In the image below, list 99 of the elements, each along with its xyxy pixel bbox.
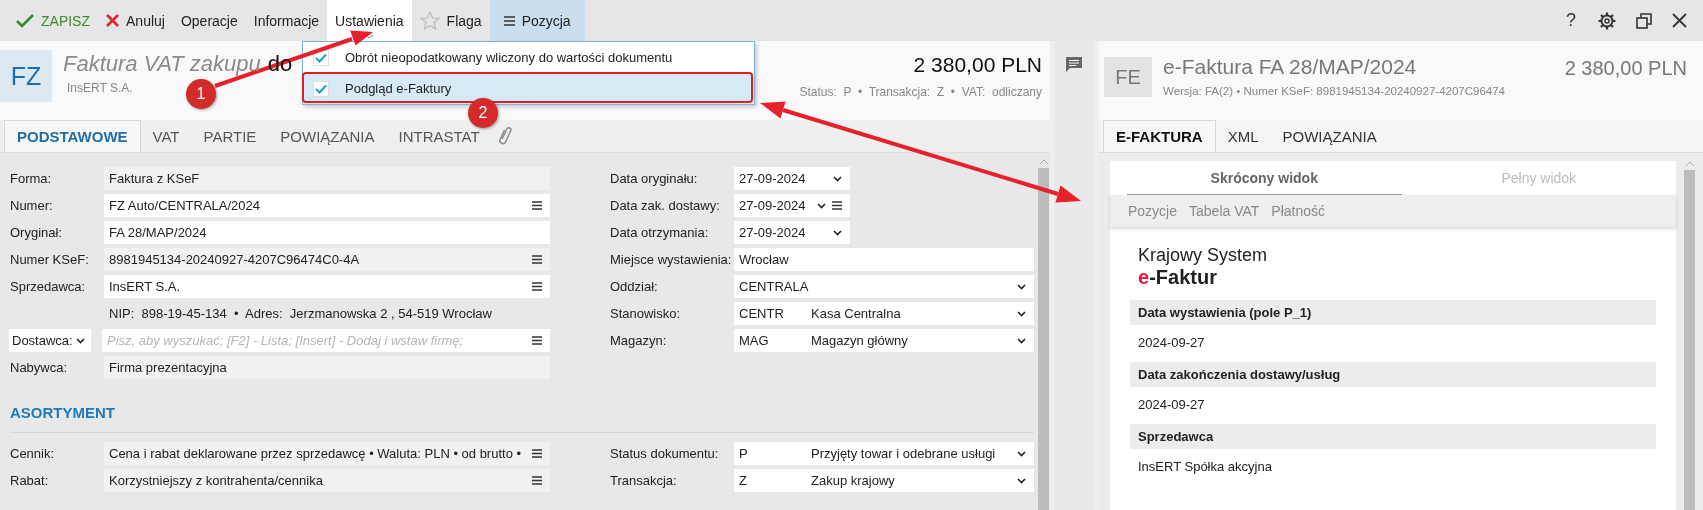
restore-icon[interactable]	[1636, 12, 1652, 29]
menu-icon[interactable]	[532, 255, 542, 264]
date-field[interactable]: 27-09-2024	[734, 167, 850, 190]
total-amount: 2 380,00 PLN	[913, 53, 1042, 77]
chevron-icon	[817, 202, 826, 209]
tab[interactable]: PODSTAWOWE	[4, 120, 141, 152]
menu-icon[interactable]	[532, 449, 542, 458]
close-icon	[106, 14, 119, 27]
chevron-icon	[1017, 477, 1026, 484]
total-amount: 2 380,00 PLN	[1564, 57, 1687, 80]
tab[interactable]: POWIĄZANIA	[268, 120, 387, 152]
field-label: Cennik:	[10, 446, 56, 461]
star-icon	[419, 11, 440, 30]
toolbar-button[interactable]: Flaga	[411, 0, 490, 41]
close-icon[interactable]	[1672, 13, 1687, 28]
logo-text: -Faktur	[1149, 266, 1217, 288]
field-label: Numer KSeF:	[10, 252, 90, 267]
version-line: Wersja: FA(2) • Numer KSeF: 8981945134-20240927-4207C96474	[1163, 85, 1505, 97]
date-field[interactable]: 27-09-2024	[734, 221, 850, 244]
text-field[interactable]: Cena i rabat deklarowane przez sprzedawcę • Waluta: PLN • od brutto •	[104, 442, 550, 465]
menu-icon[interactable]	[532, 201, 542, 210]
tab[interactable]: VAT	[140, 120, 192, 152]
section-value: 2024-09-27	[1137, 334, 1206, 352]
comment-icon[interactable]	[1065, 56, 1083, 73]
checkbox[interactable]	[313, 80, 329, 97]
section-header: Data zakończenia dostawy/usług	[1130, 362, 1656, 387]
paperclip-icon[interactable]	[497, 125, 512, 147]
text-field[interactable]: FA 28/MAP/2024	[104, 221, 550, 244]
section-value: 2024-09-27	[1137, 396, 1206, 414]
dropdown-field[interactable]: MAG Magazyn główny	[734, 329, 1034, 352]
document-type-title: Faktura VAT zakupu	[63, 51, 261, 77]
chevron-icon	[1017, 450, 1026, 457]
toolbar-button[interactable]: Informacje	[245, 0, 328, 41]
field-label: Sprzedawca:	[10, 279, 87, 294]
date-field[interactable]: 27-09-2024	[734, 194, 850, 217]
field-label: Data otrzymania:	[610, 225, 710, 240]
field-label: Miejsce wystawienia:	[610, 252, 733, 267]
field-label: Transakcja:	[610, 473, 678, 488]
text-field[interactable]: FZ Auto/CENTRALA/2024	[104, 194, 550, 217]
field-label: Numer:	[10, 198, 54, 213]
settings-icon[interactable]	[1598, 11, 1616, 30]
menu-item[interactable]: Obrót nieopodatkowany wliczony do wartości dokumentu	[303, 42, 754, 73]
check-icon	[16, 13, 34, 28]
field-label: Oryginał:	[10, 225, 64, 240]
field-label: Rabat:	[10, 473, 50, 488]
menu-icon[interactable]	[832, 201, 842, 210]
field-label: Stanowisko:	[610, 306, 682, 321]
document-type-badge: FZ	[0, 50, 52, 102]
field-label: Data zak. dostawy:	[610, 198, 721, 213]
text-field[interactable]: Firma prezentacyjna	[104, 356, 550, 379]
toolbar-button[interactable]: Operacje	[172, 0, 246, 41]
text-field[interactable]: Wrocław	[734, 248, 1034, 271]
dropdown-field[interactable]: P Przyjęty towar i odebrane usługi	[734, 442, 1034, 465]
system-name: Krajowy System	[1137, 245, 1269, 266]
help-button[interactable]: ?	[1564, 10, 1578, 31]
chevron-icon	[76, 337, 85, 344]
field-label: Status dokumentu:	[610, 446, 720, 461]
pane-toggle[interactable]: Pozycja	[489, 0, 585, 41]
dropdown-field[interactable]: CENTR Kasa Centralna	[734, 302, 1034, 325]
tab[interactable]: PARTIE	[191, 120, 269, 152]
chevron-icon	[833, 175, 842, 182]
document-type-badge: FE	[1104, 57, 1152, 97]
text-field[interactable]: 8981945134-20240927-4207C96474C0-4A	[104, 248, 550, 271]
text-field[interactable]: Faktura z KSeF	[104, 167, 550, 190]
section-header: Sprzedawca	[1130, 424, 1656, 449]
field-label: Nabywca:	[10, 360, 69, 375]
address-note: NIP: 898-19-45-134 • Adres: Jerzmanowska 2 , 54-519 Wrocław	[108, 306, 492, 321]
menu-icon[interactable]	[532, 476, 542, 485]
dropdown-field[interactable]: Dostawca:	[9, 329, 91, 352]
chevron-icon	[1017, 337, 1026, 344]
chevron-icon	[1017, 310, 1026, 317]
section-heading: ASORTYMENT	[10, 404, 116, 423]
text-field[interactable]: InsERT S.A.	[104, 275, 550, 298]
search-field[interactable]: Pisz, aby wyszukać; [F2] - Lista; [Insert] - Dodaj i wstaw firmę;	[102, 329, 550, 352]
toolbar-button[interactable]: Ustawienia	[327, 0, 412, 41]
menu-icon	[503, 15, 515, 26]
logo-accent: e	[1138, 266, 1150, 288]
section-value: InsERT Spółka akcyjna	[1137, 458, 1273, 476]
company-name: InsERT S.A.	[67, 81, 133, 95]
field-label: Oddział:	[610, 279, 659, 294]
tab[interactable]: POWIĄZANIA	[1270, 120, 1389, 152]
chevron-icon	[833, 229, 842, 236]
chevron-icon	[1017, 283, 1026, 290]
toolbar-button[interactable]: Anuluj	[98, 0, 173, 41]
dropdown-field[interactable]: CENTRALA	[734, 275, 1034, 298]
status-line: Status: P • Transakcja: Z • VAT: odliczany	[799, 85, 1042, 99]
field-label: Forma:	[10, 171, 53, 186]
field-label: Magazyn:	[610, 333, 668, 348]
section-header: Data wystawienia (pole P_1)	[1130, 300, 1656, 325]
document-title: e-Faktura FA 28/MAP/2024	[1163, 55, 1418, 79]
dropdown-field[interactable]: Z Zakup krajowy	[734, 469, 1034, 492]
menu-icon[interactable]	[532, 282, 542, 291]
field-label: Data oryginału:	[610, 171, 699, 186]
text-field[interactable]: Korzystniejszy z kontrahenta/cennika	[104, 469, 550, 492]
caret-icon	[364, 34, 375, 39]
tab[interactable]: XML	[1215, 120, 1271, 152]
tab[interactable]: E-FAKTURA	[1103, 120, 1216, 152]
menu-icon[interactable]	[532, 336, 542, 345]
scrollbar[interactable]	[1684, 161, 1695, 510]
